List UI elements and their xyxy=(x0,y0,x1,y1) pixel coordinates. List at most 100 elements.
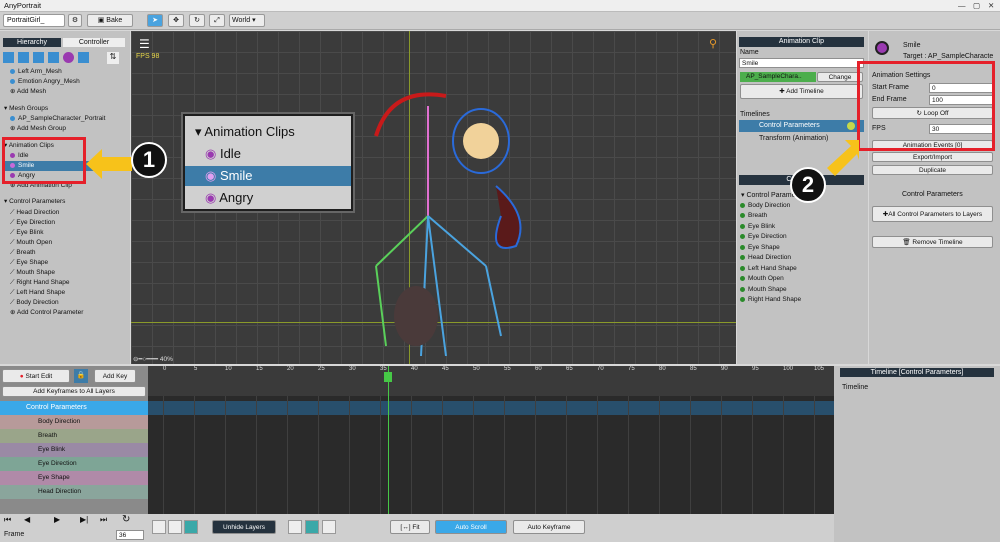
add-mesh-group-item[interactable]: ⊕ Add Mesh Group xyxy=(10,124,66,134)
gear-icon[interactable]: ⚙ xyxy=(68,14,82,27)
auto-scroll-button[interactable]: Auto Scroll xyxy=(435,520,507,534)
param-item[interactable]: ⟋ Left Hand Shape xyxy=(10,288,65,298)
ctrl-item[interactable]: Mouth Open xyxy=(740,274,784,284)
ctrl-item[interactable]: Mouth Shape xyxy=(740,285,787,295)
portrait-selector[interactable]: PortraitGirl_ xyxy=(3,14,65,27)
param-item[interactable]: ⟋ Eye Blink xyxy=(10,228,43,238)
layout-icon-1[interactable] xyxy=(152,520,166,534)
filter-anim-icon[interactable] xyxy=(63,52,74,63)
filter-mesh-icon[interactable] xyxy=(18,52,29,63)
clip-title: Smile xyxy=(903,42,921,49)
add-all-keyframes-button[interactable]: Add Keyframes to All Layers xyxy=(2,386,146,397)
row-size-small-icon[interactable] xyxy=(288,520,302,534)
timeline-ruler[interactable] xyxy=(148,366,834,376)
ctrl-item[interactable]: Eye Shape xyxy=(740,243,780,253)
remove-timeline-button[interactable]: 🗑 Remove Timeline xyxy=(872,236,993,248)
space-dropdown[interactable]: World ▾ xyxy=(229,14,265,27)
param-item[interactable]: ⟋ Mouth Shape xyxy=(10,268,55,278)
layout-icon-2[interactable] xyxy=(168,520,182,534)
lock-icon[interactable]: 🔒 xyxy=(74,369,88,383)
row-size-large-icon[interactable] xyxy=(322,520,336,534)
param-item[interactable]: ⟋ Right Hand Shape xyxy=(10,278,69,288)
row-size-medium-icon[interactable] xyxy=(305,520,319,534)
menu-icon[interactable]: ☰ xyxy=(139,37,150,51)
zoom-readout: ⊖━○━━━ 40% xyxy=(133,356,173,363)
move-tool-icon[interactable]: ✥ xyxy=(168,14,184,27)
filter-bone-icon[interactable] xyxy=(48,52,59,63)
layer-row[interactable]: Eye Shape xyxy=(0,471,148,485)
loop-toggle-icon[interactable]: ↻ xyxy=(122,514,130,525)
tab-controller[interactable]: Controller xyxy=(63,38,125,47)
playhead[interactable] xyxy=(388,366,389,514)
first-frame-icon[interactable]: ⏮ xyxy=(4,515,11,525)
timeline-grid[interactable]: 0 5 10 15 20 25 30 35 40 45 50 55 60 65 70 75 80 85 90 95 10… xyxy=(148,366,834,514)
rotate-tool-icon[interactable]: ↻ xyxy=(189,14,205,27)
param-item[interactable]: ⟋ Breath xyxy=(10,248,36,258)
tree-item[interactable]: Emotion Angry_Mesh xyxy=(10,77,80,87)
ctrl-item[interactable]: Eye Blink xyxy=(740,222,775,232)
fit-button[interactable]: [↔] Fit xyxy=(390,520,430,534)
unhide-layers-button[interactable]: Unhide Layers xyxy=(212,520,276,534)
bake-button[interactable]: ▣ Bake xyxy=(87,14,133,27)
mesh-groups-header[interactable]: ▾ Mesh Groups xyxy=(4,104,48,114)
add-mesh-item[interactable]: ⊕ Add Mesh xyxy=(10,87,46,97)
layer-row[interactable]: Body Direction xyxy=(0,415,148,429)
playhead-handle[interactable] xyxy=(384,372,392,382)
popup-item-angry[interactable]: ◉ Angry xyxy=(205,190,253,206)
param-item[interactable]: ⟋ Eye Direction xyxy=(10,218,55,228)
tree-item-label: Mouth Shape xyxy=(16,269,56,276)
maximize-icon[interactable]: ▢ xyxy=(973,1,980,10)
close-icon[interactable]: ✕ xyxy=(988,1,994,10)
ctrl-item[interactable]: Eye Direction xyxy=(740,232,787,242)
layout-icon-3[interactable] xyxy=(184,520,198,534)
root-layer-row[interactable]: Control Parameters xyxy=(0,401,148,415)
scale-tool-icon[interactable]: ⤢ xyxy=(209,14,225,27)
last-frame-icon[interactable]: ⏭ xyxy=(100,515,107,525)
layer-row[interactable]: Eye Direction xyxy=(0,457,148,471)
select-tool-icon[interactable]: ➤ xyxy=(147,14,163,27)
prev-frame-icon[interactable]: ◀ xyxy=(24,515,30,524)
callout-2-highlight xyxy=(857,61,995,151)
param-item[interactable]: ⟋ Mouth Open xyxy=(10,238,52,248)
timeline-item-control-params[interactable]: Control Parameters xyxy=(739,120,864,132)
filter-param-icon[interactable] xyxy=(78,52,89,63)
minimize-icon[interactable]: — xyxy=(958,1,966,10)
ctrl-item[interactable]: Head Direction xyxy=(740,253,791,263)
layer-row[interactable]: Eye Blink xyxy=(0,443,148,457)
add-key-button[interactable]: Add Key xyxy=(94,369,136,383)
tree-item[interactable]: AP_SampleCharacter_Portrait xyxy=(10,114,105,124)
layer-row[interactable]: Breath xyxy=(0,429,148,443)
ctrl-item[interactable]: Body Direction xyxy=(740,201,790,211)
next-frame-icon[interactable]: ▶| xyxy=(80,515,88,524)
ctrl-item[interactable]: Breath xyxy=(740,211,767,221)
bone-icon[interactable]: ⚲ xyxy=(709,37,717,50)
layer-row[interactable]: Head Direction xyxy=(0,485,148,499)
popup-item-idle[interactable]: ◉ Idle xyxy=(205,146,241,162)
auto-keyframe-button[interactable]: Auto Keyframe xyxy=(513,520,585,534)
add-timeline-button[interactable]: ✚ Add Timeline xyxy=(740,84,863,99)
sort-icon[interactable]: ⇅ xyxy=(107,52,119,64)
ctrl-item[interactable]: Left Hand Shape xyxy=(740,264,797,274)
target-field[interactable]: AP_SampleChara.. xyxy=(740,72,816,82)
param-item[interactable]: ⟋ Body Direction xyxy=(10,298,59,308)
param-item[interactable]: ⟋ Head Direction xyxy=(10,208,59,218)
clip-name-field[interactable]: Smile xyxy=(739,58,864,68)
param-item[interactable]: ⟋ Eye Shape xyxy=(10,258,48,268)
ctrl-item[interactable]: Right Hand Shape xyxy=(740,295,801,305)
control-params-header[interactable]: ▾ Control Parameters xyxy=(4,197,65,207)
visibility-icon[interactable] xyxy=(847,122,855,130)
all-cp-to-layers-button[interactable]: ✚All Control Parameters to Layers xyxy=(872,206,993,222)
duplicate-button[interactable]: Duplicate xyxy=(872,165,993,175)
tree-item[interactable]: Left Arm_Mesh xyxy=(10,67,62,77)
tab-hierarchy[interactable]: Hierarchy xyxy=(3,38,61,47)
frame-field[interactable]: 36 xyxy=(116,530,144,540)
popup-item-smile[interactable]: ◉ Smile xyxy=(185,166,351,186)
filter-group-icon[interactable] xyxy=(33,52,44,63)
ruler-tick-label: 75 xyxy=(628,366,635,372)
export-import-button[interactable]: Export/Import xyxy=(872,152,993,162)
filter-image-icon[interactable] xyxy=(3,52,14,63)
start-edit-button[interactable]: ● Start Edit xyxy=(2,369,70,383)
add-param-item[interactable]: ⊕ Add Control Parameter xyxy=(10,308,83,318)
scene-viewport[interactable]: ☰ FPS 98 ⚲ ▾ Animation Clips ◉ Idle ◉ Sm… xyxy=(131,31,736,364)
play-icon[interactable]: ▶ xyxy=(54,515,60,524)
